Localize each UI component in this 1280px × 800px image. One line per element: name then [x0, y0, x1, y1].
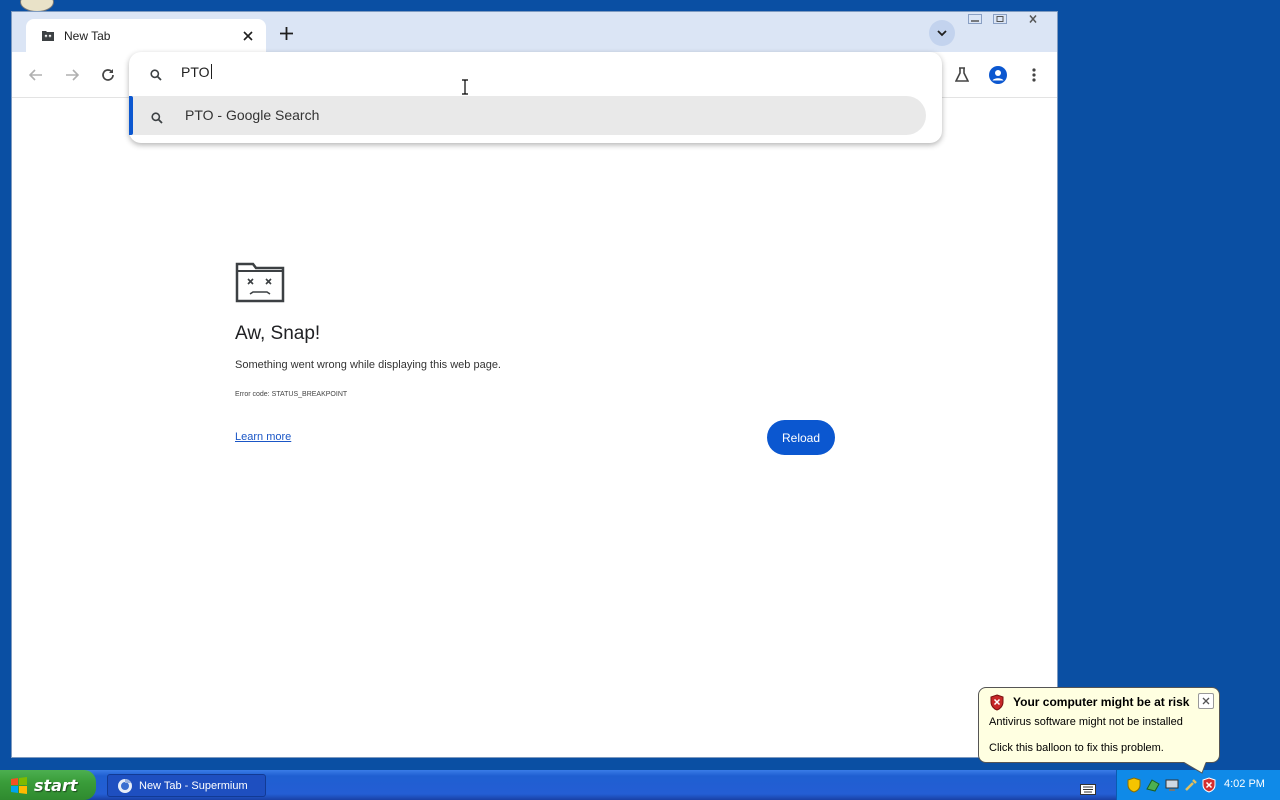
omnibox-suggestion[interactable]: PTO - Google Search: [129, 96, 926, 135]
search-icon: [150, 66, 162, 85]
tab-new-tab[interactable]: New Tab: [26, 19, 266, 52]
back-button[interactable]: [23, 62, 49, 88]
search-icon: [151, 109, 163, 128]
maximize-button[interactable]: [989, 12, 1011, 26]
menu-button[interactable]: [1021, 62, 1047, 88]
text-caret: [210, 64, 212, 79]
balloon-instruction: Click this balloon to fix this problem.: [989, 742, 1164, 754]
error-message: Something went wrong while displaying th…: [235, 359, 501, 371]
tab-strip: New Tab: [12, 12, 1057, 52]
tools-icon[interactable]: [1183, 777, 1199, 793]
balloon-message: Antivirus software might not be installe…: [989, 716, 1183, 728]
omnibox-query-text: PTO: [181, 64, 210, 80]
labs-button[interactable]: [949, 62, 975, 88]
flask-icon: [955, 67, 969, 82]
windows-logo-icon: [11, 777, 27, 794]
more-vertical-icon: [1032, 68, 1036, 82]
sad-tab-icon: [235, 261, 285, 307]
avatar-icon: [989, 66, 1007, 84]
tab-search-button[interactable]: [929, 20, 955, 46]
browser-window: New Tab Aw, Snap! Something went wrong w…: [11, 11, 1058, 758]
balloon-tail: [1184, 762, 1206, 774]
start-label: start: [34, 775, 78, 795]
reload-button[interactable]: Reload: [767, 420, 835, 455]
keyboard-icon[interactable]: [1080, 780, 1096, 799]
chevron-down-icon: [937, 29, 947, 36]
learn-more-link[interactable]: Learn more: [235, 431, 291, 443]
reload-toolbar-button[interactable]: [95, 62, 121, 88]
taskbar-item-browser[interactable]: New Tab - Supermium: [107, 774, 266, 797]
start-button[interactable]: start: [0, 770, 96, 800]
forward-button[interactable]: [59, 62, 85, 88]
omnibox-query[interactable]: PTO: [181, 64, 212, 80]
error-title: Aw, Snap!: [235, 323, 321, 344]
text-cursor-icon: [461, 79, 469, 99]
omnibox-popup: PTO PTO - Google Search: [129, 52, 942, 143]
error-code: Error code: STATUS_BREAKPOINT: [235, 391, 348, 398]
taskbar: start New Tab - Supermium 4:02 PM: [0, 770, 1280, 800]
profile-button[interactable]: [985, 62, 1011, 88]
selection-indicator: [129, 96, 133, 135]
tab-title: New Tab: [64, 28, 111, 43]
sad-tab-favicon-icon: [40, 28, 56, 44]
system-tray: 4:02 PM: [1116, 770, 1280, 800]
security-shield-icon[interactable]: [1126, 777, 1142, 793]
close-window-button[interactable]: [1022, 12, 1044, 26]
new-tab-button[interactable]: [276, 22, 296, 44]
supermium-icon: [118, 778, 132, 793]
reload-icon: [102, 69, 114, 81]
balloon-close-button[interactable]: [1198, 693, 1214, 709]
suggestion-text: PTO - Google Search: [185, 107, 320, 123]
omnibox-input[interactable]: PTO: [129, 62, 942, 86]
minimize-button[interactable]: [964, 12, 986, 26]
back-arrow-icon: [29, 69, 42, 81]
clock: 4:02 PM: [1224, 778, 1265, 790]
alert-shield-icon: [990, 694, 1004, 711]
close-tab-icon[interactable]: [238, 26, 258, 46]
alert-shield-icon[interactable]: [1201, 777, 1217, 793]
close-icon: [1202, 697, 1210, 705]
balloon-title: Your computer might be at risk: [1013, 695, 1190, 709]
security-alert-balloon[interactable]: Your computer might be at risk Antivirus…: [978, 687, 1220, 774]
network-icon[interactable]: [1145, 777, 1161, 793]
computer-icon[interactable]: [1164, 777, 1180, 793]
forward-arrow-icon: [66, 69, 79, 81]
taskbar-item-label: New Tab - Supermium: [139, 779, 248, 792]
